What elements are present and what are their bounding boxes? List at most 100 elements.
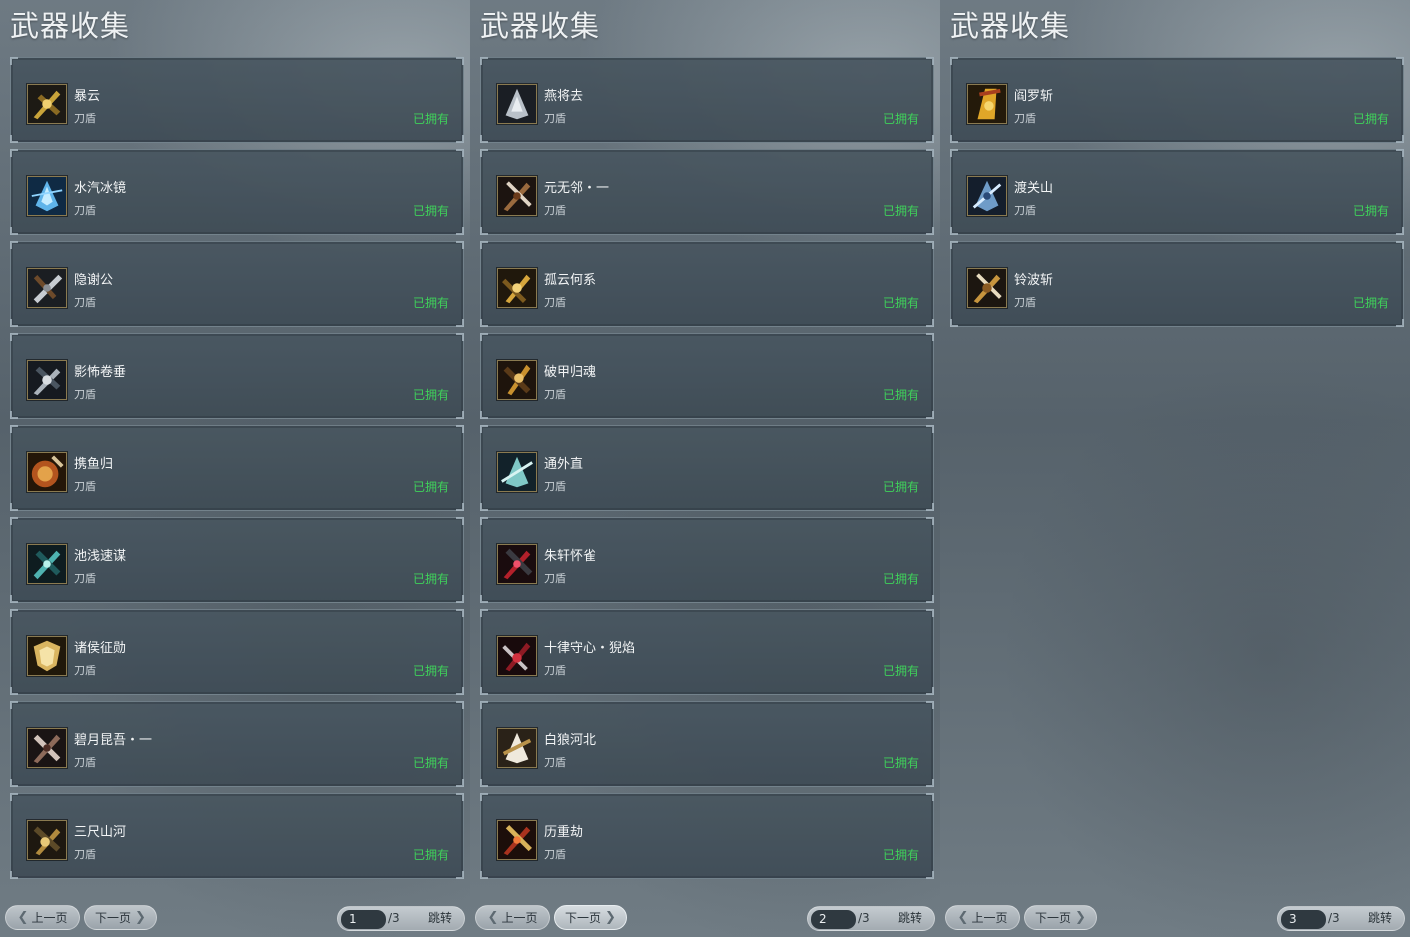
weapon-name: 水汽冰镜 (74, 181, 127, 196)
weapon-type: 刀盾 (74, 480, 96, 493)
weapon-card[interactable]: 十律守心・猊焰 刀盾 已拥有 (480, 609, 934, 695)
panel-title: 武器收集 (10, 9, 131, 43)
weapon-card[interactable]: 破甲归魂 刀盾 已拥有 (480, 333, 934, 419)
weapon-card[interactable]: 诸侯征勋 刀盾 已拥有 (10, 609, 464, 695)
weapon-card[interactable]: 通外直 刀盾 已拥有 (480, 425, 934, 511)
weapon-type: 刀盾 (74, 112, 96, 125)
weapon-name: 携鱼归 (74, 457, 114, 472)
weapon-card[interactable]: 影怖卷垂 刀盾 已拥有 (10, 333, 464, 419)
weapon-name: 碧月昆吾・一 (74, 733, 153, 748)
weapon-name: 铃波斩 (1014, 273, 1054, 288)
white-blade-weapon-icon (497, 728, 537, 768)
owned-status: 已拥有 (882, 296, 919, 310)
dark-blade-weapon-icon (497, 176, 537, 216)
prev-page-label: 上一页 (31, 911, 68, 925)
jump-button[interactable]: 跳转 (888, 909, 932, 928)
jump-button[interactable]: 跳转 (418, 909, 462, 928)
weapon-type: 刀盾 (1014, 112, 1036, 125)
panel-title: 武器收集 (480, 9, 601, 43)
weapon-name: 隐谢公 (74, 273, 114, 288)
weapon-name: 渡关山 (1014, 181, 1054, 196)
weapon-collection-panel-2: 武器收集 燕将去 刀盾 已拥有 元无邻・一 刀盾 已拥有 孤云何系 刀盾 已拥有… (470, 0, 940, 937)
chevron-right-icon: ❯ (135, 910, 146, 925)
silver-blade-weapon-icon (27, 268, 67, 308)
chevron-left-icon: ❮ (957, 910, 969, 925)
teal-blade-weapon-icon (27, 544, 67, 584)
chevron-right-icon: ❯ (1075, 910, 1086, 925)
ice-crystal-shield-icon (967, 176, 1007, 216)
weapon-type: 刀盾 (544, 296, 566, 309)
chevron-left-icon: ❮ (17, 910, 29, 925)
weapon-card[interactable]: 携鱼归 刀盾 已拥有 (10, 425, 464, 511)
weapon-name: 历重劫 (544, 825, 584, 840)
weapon-card[interactable]: 元无邻・一 刀盾 已拥有 (480, 149, 934, 235)
panel-title: 武器收集 (950, 9, 1071, 43)
owned-status: 已拥有 (882, 756, 919, 770)
next-page-button[interactable]: 下一页 ❯ (84, 905, 157, 930)
owned-status: 已拥有 (412, 572, 449, 586)
prev-page-button[interactable]: ❮ 上一页 (5, 905, 80, 930)
weapon-card[interactable]: 碧月昆吾・一 刀盾 已拥有 (10, 701, 464, 787)
weapon-card[interactable]: 隐谢公 刀盾 已拥有 (10, 241, 464, 327)
weapon-name: 孤云何系 (544, 273, 597, 288)
page-number-input[interactable]: 2 (811, 910, 856, 929)
next-page-button[interactable]: 下一页 ❯ (1024, 905, 1097, 930)
gold-shield-weapon-icon (27, 636, 67, 676)
weapon-card[interactable]: 渡关山 刀盾 已拥有 (950, 149, 1404, 235)
weapon-card[interactable]: 池浅速谋 刀盾 已拥有 (10, 517, 464, 603)
weapon-name: 诸侯征勋 (74, 641, 127, 656)
crimson-blade-weapon-icon (497, 544, 537, 584)
weapon-name: 白狼河北 (544, 733, 597, 748)
page-number-input[interactable]: 1 (341, 910, 386, 929)
weapon-type: 刀盾 (544, 572, 566, 585)
weapon-name: 影怖卷垂 (74, 365, 127, 380)
page-total: /3 (1328, 911, 1340, 925)
weapon-type: 刀盾 (544, 480, 566, 493)
page-jump-control: 3 /3 跳转 (1277, 906, 1405, 931)
jump-button[interactable]: 跳转 (1358, 909, 1402, 928)
weapon-type: 刀盾 (544, 756, 566, 769)
weapon-type: 刀盾 (74, 664, 96, 677)
page-jump-control: 1 /3 跳转 (337, 906, 465, 931)
weapon-card[interactable]: 孤云何系 刀盾 已拥有 (480, 241, 934, 327)
page-number-input[interactable]: 3 (1281, 910, 1326, 929)
weapon-type: 刀盾 (74, 572, 96, 585)
gold-blade-weapon-icon (967, 84, 1007, 124)
weapon-type: 刀盾 (544, 664, 566, 677)
weapon-type: 刀盾 (544, 848, 566, 861)
prev-page-button[interactable]: ❮ 上一页 (945, 905, 1020, 930)
crimson-blade-weapon-icon (497, 636, 537, 676)
page-total: /3 (388, 911, 400, 925)
teal-blade-weapon-icon (497, 452, 537, 492)
weapon-card[interactable]: 白狼河北 刀盾 已拥有 (480, 701, 934, 787)
weapon-card[interactable]: 水汽冰镜 刀盾 已拥有 (10, 149, 464, 235)
weapon-card[interactable]: 铃波斩 刀盾 已拥有 (950, 241, 1404, 327)
owned-status: 已拥有 (412, 848, 449, 862)
owned-status: 已拥有 (882, 204, 919, 218)
prev-page-button[interactable]: ❮ 上一页 (475, 905, 550, 930)
weapon-name: 三尺山河 (74, 825, 127, 840)
weapon-list: 阎罗斩 刀盾 已拥有 渡关山 刀盾 已拥有 铃波斩 刀盾 已拥有 (950, 57, 1404, 333)
owned-status: 已拥有 (412, 664, 449, 678)
weapon-list: 暴云 刀盾 已拥有 水汽冰镜 刀盾 已拥有 隐谢公 刀盾 已拥有 影怖卷垂 刀盾… (10, 57, 464, 885)
weapon-type: 刀盾 (74, 296, 96, 309)
weapon-card[interactable]: 历重劫 刀盾 已拥有 (480, 793, 934, 879)
weapon-card[interactable]: 朱轩怀雀 刀盾 已拥有 (480, 517, 934, 603)
weapon-card[interactable]: 三尺山河 刀盾 已拥有 (10, 793, 464, 879)
weapon-collection-panel-3: 武器收集 阎罗斩 刀盾 已拥有 渡关山 刀盾 已拥有 铃波斩 刀盾 已拥有 ❮ 上… (940, 0, 1410, 937)
owned-status: 已拥有 (882, 388, 919, 402)
weapon-card[interactable]: 暴云 刀盾 已拥有 (10, 57, 464, 143)
gold-blade-weapon-icon (27, 84, 67, 124)
gold-blade-weapon-icon (967, 268, 1007, 308)
owned-status: 已拥有 (1352, 296, 1389, 310)
next-page-button[interactable]: 下一页 ❯ (554, 905, 627, 930)
weapon-card[interactable]: 阎罗斩 刀盾 已拥有 (950, 57, 1404, 143)
owned-status: 已拥有 (882, 112, 919, 126)
owned-status: 已拥有 (882, 572, 919, 586)
weapon-type: 刀盾 (1014, 204, 1036, 217)
owned-status: 已拥有 (1352, 204, 1389, 218)
page-total: /3 (858, 911, 870, 925)
weapon-card[interactable]: 燕将去 刀盾 已拥有 (480, 57, 934, 143)
owned-status: 已拥有 (1352, 112, 1389, 126)
weapon-name: 破甲归魂 (544, 365, 597, 380)
